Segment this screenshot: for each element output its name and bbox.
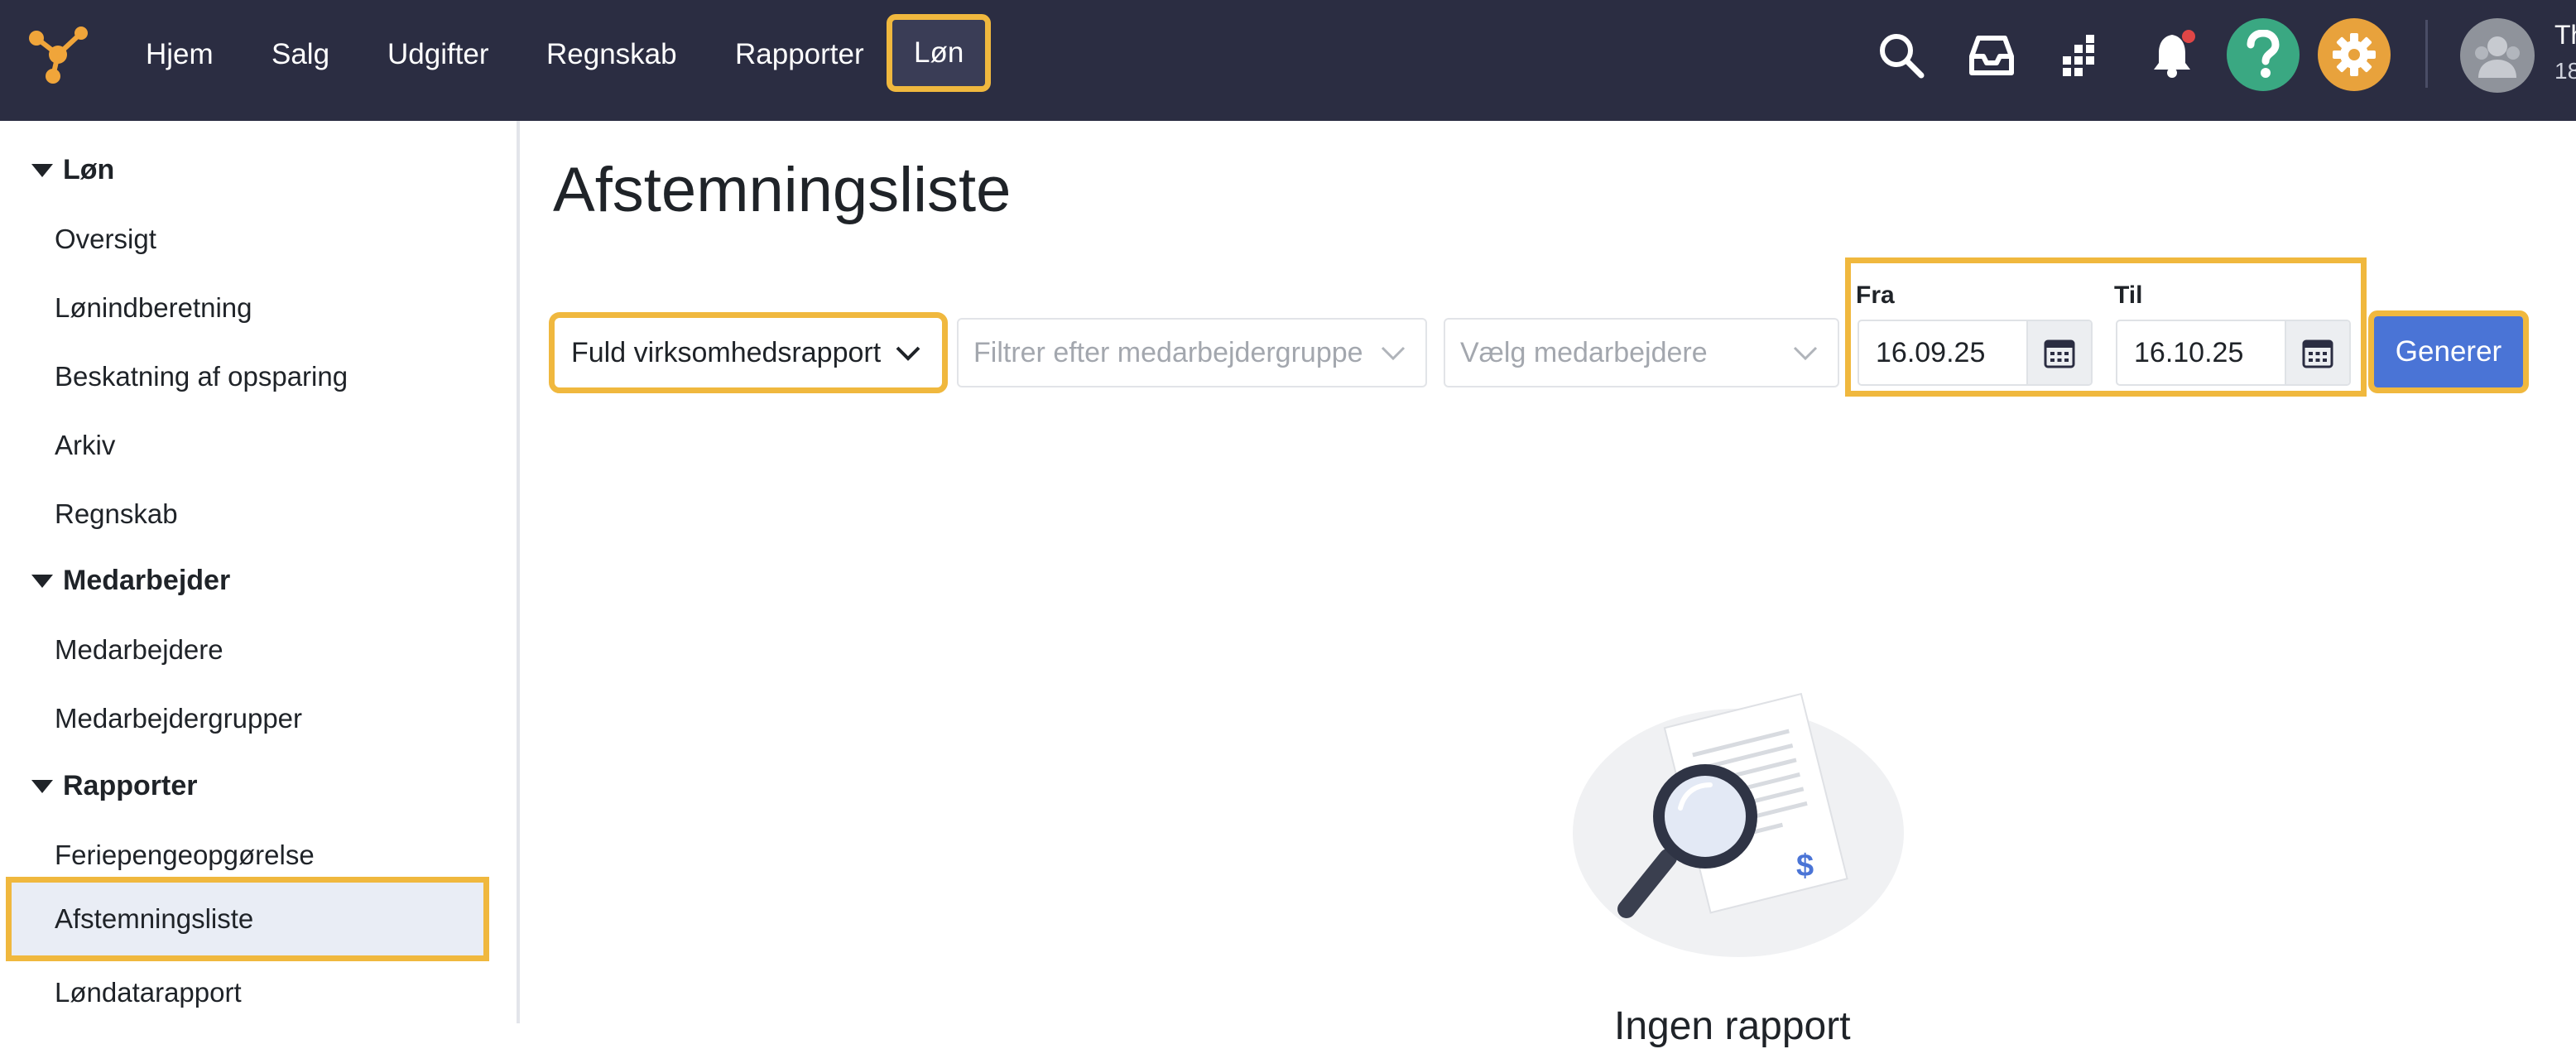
sidebar-section-rapporter[interactable]: Rapporter [31, 770, 197, 802]
sidebar-section-label: Rapporter [63, 770, 198, 801]
help-button[interactable] [2227, 18, 2300, 91]
user-avatar-icon [2475, 36, 2520, 78]
app-logo-icon[interactable] [25, 25, 91, 84]
chevron-down-icon [1381, 346, 1406, 361]
caret-down-icon [31, 779, 53, 793]
from-date-field[interactable]: 16.09.25 [1858, 320, 2093, 386]
nav-item-hjem[interactable]: Hjem [146, 0, 214, 121]
sidebar-item-afstemningsliste[interactable]: Afstemningsliste [6, 877, 489, 961]
sidebar-item-feriepengeopgorelse[interactable]: Feriepengeopgørelse [55, 840, 315, 871]
sidebar-section-label: Løn [63, 154, 115, 185]
sidebar-section-label: Medarbejder [63, 565, 231, 596]
generate-button[interactable]: Generer [2368, 310, 2529, 393]
sidebar: Løn Oversigt Lønindberetning Beskatning … [0, 121, 520, 1023]
calendar-icon [2302, 339, 2333, 368]
report-type-select[interactable]: Fuld virksomhedsrapport [549, 312, 948, 393]
to-date-field[interactable]: 16.10.25 [2116, 320, 2351, 386]
topbar-divider [2425, 20, 2428, 88]
sidebar-item-medarbejdere[interactable]: Medarbejdere [55, 634, 223, 666]
user-subtitle: 18 [2554, 58, 2576, 84]
employee-group-select[interactable]: Filtrer efter medarbejdergruppe [957, 318, 1427, 387]
nav-item-regnskab[interactable]: Regnskab [546, 0, 677, 121]
employee-select[interactable]: Vælg medarbejdere [1444, 318, 1839, 387]
inbox-icon[interactable] [1967, 33, 2016, 78]
page-title: Afstemningsliste [553, 155, 1012, 225]
svg-text:$: $ [1796, 849, 1814, 883]
to-date-calendar-button[interactable] [2285, 321, 2349, 384]
employee-placeholder: Vælg medarbejdere [1460, 336, 1708, 368]
gear-icon [2333, 33, 2376, 76]
sidebar-item-beskatning[interactable]: Beskatning af opsparing [55, 361, 348, 392]
date-range-group: Fra 16.09.25 Til 16.10.25 [1845, 257, 2367, 397]
from-date-value: 16.09.25 [1876, 337, 1986, 368]
nav-item-salg[interactable]: Salg [272, 0, 329, 121]
empty-report-illustration-icon: $ [1573, 692, 1904, 957]
apps-grid-icon[interactable] [2061, 33, 2103, 78]
top-navigation-bar: Hjem Salg Udgifter Regnskab Rapporter Lø… [0, 0, 2576, 121]
sidebar-section-lon[interactable]: Løn [31, 154, 114, 186]
bell-icon[interactable] [2151, 28, 2200, 79]
sidebar-item-lonindberetning[interactable]: Lønindberetning [55, 292, 252, 324]
from-date-calendar-button[interactable] [2026, 321, 2091, 384]
search-icon[interactable] [1877, 31, 1925, 79]
employee-group-placeholder: Filtrer efter medarbejdergruppe [973, 336, 1363, 368]
to-date-value: 16.10.25 [2134, 337, 2244, 368]
user-name: Th [2554, 20, 2576, 50]
nav-item-udgifter[interactable]: Udgifter [387, 0, 489, 121]
chevron-down-icon [1793, 346, 1818, 361]
avatar[interactable] [2460, 18, 2535, 93]
calendar-icon [2044, 339, 2075, 368]
notification-dot [2182, 30, 2195, 43]
sidebar-item-oversigt[interactable]: Oversigt [55, 224, 156, 255]
chevron-down-icon [896, 346, 920, 361]
to-date-label: Til [2114, 281, 2143, 309]
caret-down-icon [31, 163, 53, 177]
sidebar-item-londatarapport[interactable]: Løndatarapport [55, 977, 242, 1008]
help-icon [2247, 30, 2280, 78]
nav-item-lon[interactable]: Løn [886, 14, 992, 92]
empty-state-text: Ingen rapport [1614, 1004, 1851, 1048]
report-type-value: Fuld virksomhedsrapport [571, 336, 882, 368]
from-date-label: Fra [1856, 281, 1895, 309]
caret-down-icon [31, 574, 53, 588]
sidebar-item-regnskab[interactable]: Regnskab [55, 498, 178, 530]
settings-button[interactable] [2318, 18, 2391, 91]
sidebar-section-medarbejder[interactable]: Medarbejder [31, 565, 230, 597]
sidebar-item-medarbejdergrupper[interactable]: Medarbejdergrupper [55, 703, 302, 734]
sidebar-item-arkiv[interactable]: Arkiv [55, 430, 115, 461]
nav-item-rapporter[interactable]: Rapporter [735, 0, 864, 121]
